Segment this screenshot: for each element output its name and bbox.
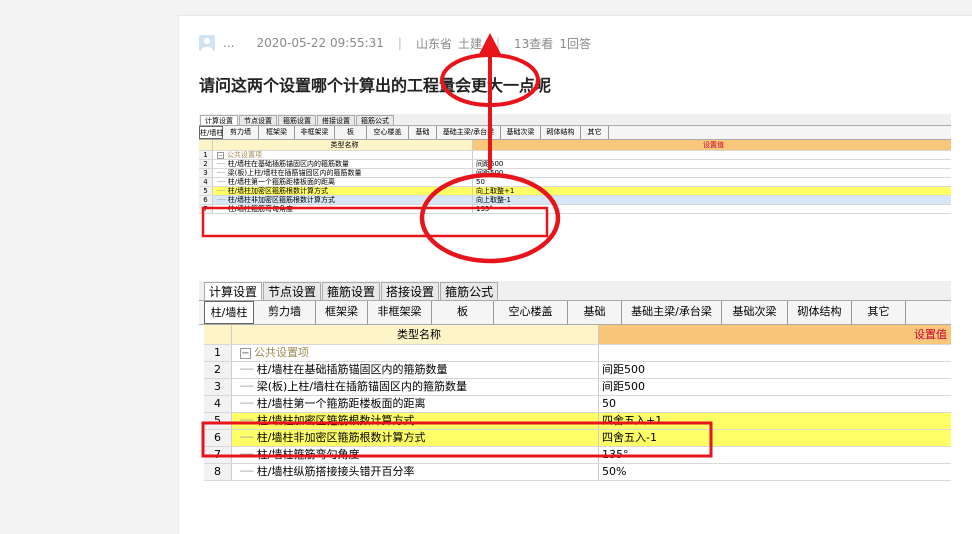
- tab-node-settings[interactable]: 节点设置: [239, 115, 277, 125]
- question-title: 请问这两个设置哪个计算出的工程量会更大一点呢: [199, 76, 552, 95]
- location: 山东省: [415, 36, 452, 51]
- tab-lap-settings[interactable]: 搭接设置: [381, 282, 440, 300]
- table-row[interactable]: 3 ── 梁(板)上柱/墙柱在插筋锚固区内的箍筋数量 间距500: [204, 379, 951, 396]
- tab-stirrup-formula[interactable]: 箍筋公式: [356, 115, 394, 125]
- table-row[interactable]: 4 ── 柱/墙柱第一个箍筋距楼板面的距离 50: [199, 178, 951, 187]
- table-row[interactable]: 5 ── 柱/墙柱加密区箍筋根数计算方式 四舍五入+1: [204, 413, 951, 430]
- header-value: 设置值: [599, 325, 951, 344]
- meta-separator: |: [495, 36, 501, 50]
- ctab-foundation-secondary-beam[interactable]: 基础次梁: [722, 301, 788, 324]
- settings-tabs: 计算设置 节点设置 箍筋设置 搭接设置 箍筋公式: [199, 281, 951, 301]
- table-row[interactable]: 7 ── 柱/墙柱箍筋弯勾角度 135°: [204, 447, 951, 464]
- attached-screenshot-1[interactable]: 计算设置 节点设置 箍筋设置 搭接设置 箍筋公式 柱/墙柱 剪力墙 框架梁 非框…: [199, 114, 951, 264]
- settings-tabs: 计算设置 节点设置 箍筋设置 搭接设置 箍筋公式: [199, 114, 951, 126]
- tab-stirrup-settings[interactable]: 箍筋设置: [278, 115, 316, 125]
- ctab-slab[interactable]: 板: [432, 301, 494, 324]
- tab-lap-settings[interactable]: 搭接设置: [317, 115, 355, 125]
- ctab-masonry[interactable]: 砌体结构: [788, 301, 852, 324]
- ctab-non-frame-beam[interactable]: 非框架梁: [295, 126, 335, 139]
- ctab-masonry[interactable]: 砌体结构: [541, 126, 581, 139]
- ctab-frame-beam[interactable]: 框架梁: [259, 126, 295, 139]
- table-row[interactable]: 6 ── 柱/墙柱非加密区箍筋根数计算方式 向上取整-1: [199, 196, 951, 205]
- table-row[interactable]: 2 ── 柱/墙柱在基础插筋锚固区内的箍筋数量 间距500: [204, 362, 951, 379]
- ctab-frame-beam[interactable]: 框架梁: [316, 301, 368, 324]
- ctab-shear-wall[interactable]: 剪力墙: [223, 126, 259, 139]
- settings-grid: 类型名称 设置值 1 − 公共设置项 2 ── 柱/墙柱在基础插筋锚固区内的箍筋数…: [204, 325, 951, 481]
- view-count: 13查看: [514, 36, 554, 51]
- ctab-foundation-secondary-beam[interactable]: 基础次梁: [501, 126, 541, 139]
- tab-stirrup-formula[interactable]: 箍筋公式: [440, 282, 499, 300]
- ctab-hollow-floor[interactable]: 空心楼盖: [494, 301, 568, 324]
- table-row[interactable]: 6 ── 柱/墙柱非加密区箍筋根数计算方式 四舍五入-1: [204, 430, 951, 447]
- page: ... 2020-05-22 09:55:31 | 山东省 土建 | 13查看 …: [0, 0, 972, 534]
- post-datetime: 2020-05-22 09:55:31: [256, 36, 384, 50]
- tab-node-settings[interactable]: 节点设置: [263, 282, 322, 300]
- component-tabs: 柱/墙柱 剪力墙 框架梁 非框架梁 板 空心楼盖 基础 基础主梁/承台梁 基础次…: [199, 126, 951, 140]
- ctab-foundation-main-beam[interactable]: 基础主梁/承台梁: [437, 126, 501, 139]
- ctab-hollow-floor[interactable]: 空心楼盖: [367, 126, 409, 139]
- component-tabs: 柱/墙柱 剪力墙 框架梁 非框架梁 板 空心楼盖 基础 基础主梁/承台梁 基础次…: [199, 301, 951, 325]
- ctab-non-frame-beam[interactable]: 非框架梁: [368, 301, 432, 324]
- table-row[interactable]: 2 ── 柱/墙柱在基础插筋锚固区内的箍筋数量 间距500: [199, 160, 951, 169]
- table-row[interactable]: 8 ── 柱/墙柱纵筋搭接接头错开百分率 50%: [204, 464, 951, 481]
- ctab-foundation-main-beam[interactable]: 基础主梁/承台梁: [622, 301, 722, 324]
- collapse-icon[interactable]: −: [217, 152, 224, 159]
- header-name: 类型名称: [213, 140, 473, 150]
- tab-calc-settings[interactable]: 计算设置: [204, 282, 263, 300]
- question-meta: ... 2020-05-22 09:55:31 | 山东省 土建 | 13查看 …: [199, 34, 591, 52]
- table-row[interactable]: 3 ── 梁(板)上柱/墙柱在插筋锚固区内的箍筋数量 间距500: [199, 169, 951, 178]
- ctab-column[interactable]: 柱/墙柱: [199, 126, 223, 139]
- ctab-foundation[interactable]: 基础: [409, 126, 437, 139]
- header-name: 类型名称: [232, 325, 599, 344]
- ctab-shear-wall[interactable]: 剪力墙: [254, 301, 316, 324]
- table-row[interactable]: 1 − 公共设置项: [204, 345, 951, 362]
- tab-calc-settings[interactable]: 计算设置: [200, 115, 238, 125]
- table-row[interactable]: 1 − 公共设置项: [199, 151, 951, 160]
- grid-header: 类型名称 设置值: [199, 140, 951, 151]
- category[interactable]: 土建: [458, 35, 482, 52]
- table-row[interactable]: 7 ── 柱/墙柱箍筋弯勾角度 135°: [199, 205, 951, 214]
- collapse-icon[interactable]: −: [240, 348, 251, 359]
- attached-screenshot-2[interactable]: 计算设置 节点设置 箍筋设置 搭接设置 箍筋公式 柱/墙柱 剪力墙 框架梁 非框…: [199, 281, 951, 534]
- user-avatar-icon[interactable]: [199, 35, 215, 51]
- ctab-column[interactable]: 柱/墙柱: [204, 301, 254, 324]
- ctab-slab[interactable]: 板: [335, 126, 367, 139]
- table-row[interactable]: 4 ── 柱/墙柱第一个箍筋距楼板面的距离 50: [204, 396, 951, 413]
- meta-separator: |: [397, 36, 402, 50]
- header-value: 设置值: [473, 140, 951, 150]
- settings-grid: 类型名称 设置值 1 − 公共设置项 2 ── 柱/墙柱在基础插筋锚固区内的箍筋数…: [199, 140, 951, 214]
- ctab-other[interactable]: 其它: [581, 126, 609, 139]
- grid-header: 类型名称 设置值: [204, 325, 951, 345]
- answer-count: 1回答: [559, 36, 591, 51]
- question-card: ... 2020-05-22 09:55:31 | 山东省 土建 | 13查看 …: [178, 15, 972, 534]
- ctab-other[interactable]: 其它: [852, 301, 906, 324]
- ctab-foundation[interactable]: 基础: [568, 301, 622, 324]
- table-row[interactable]: 5 ── 柱/墙柱加密区箍筋根数计算方式 向上取整+1: [199, 187, 951, 196]
- username[interactable]: ...: [223, 36, 234, 50]
- tab-stirrup-settings[interactable]: 箍筋设置: [322, 282, 381, 300]
